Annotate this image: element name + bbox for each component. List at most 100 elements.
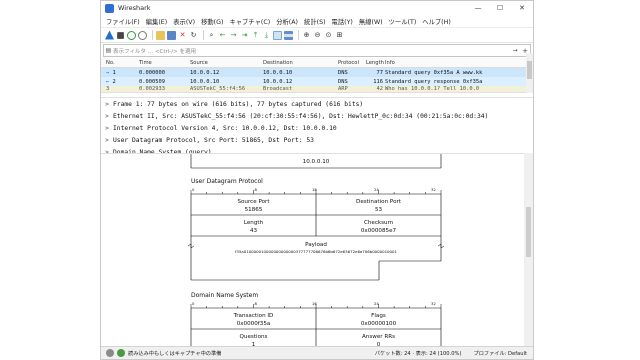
packet-length: 116 xyxy=(373,78,383,85)
packet-protocol: ARP xyxy=(338,86,348,92)
capture-file-properties-icon[interactable] xyxy=(117,349,125,357)
column-time[interactable]: Time xyxy=(139,60,190,66)
column-destination[interactable]: Destination xyxy=(263,60,338,66)
go-to-packet-icon[interactable]: ⇥ xyxy=(240,31,249,40)
close-button[interactable]: ✕ xyxy=(511,4,533,12)
apply-filter-icon[interactable]: → xyxy=(510,47,520,54)
display-filter-bar: ▤ 表示フィルタ … <Ctrl-/> を適用 → + xyxy=(103,44,531,57)
scrollbar-thumb[interactable] xyxy=(527,61,532,79)
ruler-tick-8: 8 xyxy=(255,301,258,306)
udp-checksum-field[interactable]: Checksum 0x000085e7 xyxy=(361,220,397,234)
packet-length: 42 xyxy=(376,86,384,92)
restart-capture-icon[interactable] xyxy=(127,30,136,40)
dns-transaction-id-field[interactable]: Transaction ID 0x0000f35a xyxy=(233,313,274,327)
packet-info: Standard query 0xf35a A www.kk xyxy=(385,69,483,76)
length-value: 43 xyxy=(250,228,258,234)
start-capture-icon[interactable] xyxy=(105,30,114,40)
detail-text: Ethernet II, Src: ASUSTekC_55:f4:56 (20:… xyxy=(113,113,489,121)
column-length[interactable]: Length xyxy=(366,60,385,66)
open-file-icon[interactable] xyxy=(156,30,165,40)
status-message: 読み込み中もしくはキャプチャ中の準備 xyxy=(128,350,222,357)
menu-wireless[interactable]: 無線(W) xyxy=(359,17,383,26)
packet-row[interactable]: 3 0.002933 ASUSTekC_55:f4:56 Broadcast A… xyxy=(101,86,533,92)
menu-statistics[interactable]: 統計(S) xyxy=(304,17,326,26)
packet-info: Who has 10.0.0.1? Tell 10.0.0 xyxy=(385,86,480,92)
expand-arrow-icon[interactable]: > xyxy=(101,113,113,120)
packet-no: 3 xyxy=(106,86,110,92)
expand-arrow-icon[interactable]: > xyxy=(101,101,113,108)
flags-label: Flags xyxy=(371,313,386,319)
column-source[interactable]: Source xyxy=(190,60,263,66)
dst-port-label: Destination Port xyxy=(356,199,402,205)
detail-row-ip[interactable]: > Internet Protocol Version 4, Src: 10.0.… xyxy=(101,123,533,135)
column-info[interactable]: Info xyxy=(385,60,533,66)
expand-arrow-icon[interactable]: > xyxy=(101,125,113,132)
save-file-icon[interactable] xyxy=(167,30,176,40)
packet-time: 0.000000 xyxy=(139,69,165,76)
colorize-icon[interactable] xyxy=(284,30,293,40)
reload-file-icon[interactable]: ↻ xyxy=(189,31,198,40)
autoscroll-icon[interactable] xyxy=(273,30,282,40)
menu-capture[interactable]: キャプチャ(C) xyxy=(229,17,270,26)
menu-file[interactable]: ファイル(F) xyxy=(106,17,140,26)
bit-ruler xyxy=(190,304,442,308)
menu-go[interactable]: 移動(G) xyxy=(201,17,223,26)
menu-view[interactable]: 表示(V) xyxy=(173,17,195,26)
diagram-scrollbar[interactable] xyxy=(524,153,533,349)
bookmark-icon[interactable]: ▤ xyxy=(104,47,113,54)
udp-section-title: User Datagram Protocol xyxy=(191,178,263,185)
ruler-tick-0: 0 xyxy=(192,187,195,192)
dns-flags-field[interactable]: Flags 0x00000100 xyxy=(361,313,397,327)
zoom-in-icon[interactable]: ⊕ xyxy=(302,31,311,40)
window-title: Wireshark xyxy=(118,4,151,12)
last-packet-icon[interactable]: ⤓ xyxy=(262,31,271,40)
packet-count: パケット数: 24 · 表示: 24 (100.0%) xyxy=(374,350,462,357)
menu-help[interactable]: ヘルプ(H) xyxy=(422,17,451,26)
dst-port-value: 53 xyxy=(375,207,383,213)
go-forward-icon[interactable]: → xyxy=(229,31,238,40)
detail-text: User Datagram Protocol, Src Port: 51865,… xyxy=(113,136,314,144)
resize-columns-icon[interactable]: ⊞ xyxy=(335,31,344,40)
scrollbar-thumb[interactable] xyxy=(526,207,531,257)
zoom-out-icon[interactable]: ⊖ xyxy=(313,31,322,40)
menu-telephony[interactable]: 電話(Y) xyxy=(332,17,353,26)
packet-source: 10.0.0.10 xyxy=(190,78,220,85)
packet-row[interactable]: ← 2 0.000509 10.0.0.10 10.0.0.12 DNS 116… xyxy=(101,77,533,86)
profile-selector[interactable]: プロファイル: Default xyxy=(474,350,527,357)
detail-row-udp[interactable]: > User Datagram Protocol, Src Port: 51865… xyxy=(101,134,533,146)
expand-arrow-icon[interactable]: > xyxy=(101,137,113,144)
column-protocol[interactable]: Protocol xyxy=(338,60,366,66)
close-file-icon[interactable]: ✕ xyxy=(178,31,187,40)
maximize-button[interactable]: ☐ xyxy=(489,4,511,12)
detail-row-ethernet[interactable]: > Ethernet II, Src: ASUSTekC_55:f4:56 (20… xyxy=(101,111,533,123)
packet-row[interactable]: → 1 0.000000 10.0.0.12 10.0.0.10 DNS 77 … xyxy=(101,68,533,77)
go-back-icon[interactable]: ← xyxy=(218,31,227,40)
udp-length-field[interactable]: Length 43 xyxy=(244,220,264,234)
menu-analyze[interactable]: 分析(A) xyxy=(276,17,298,26)
detail-row-frame[interactable]: > Frame 1: 77 bytes on wire (616 bits), 7… xyxy=(101,99,533,111)
menu-tools[interactable]: ツール(T) xyxy=(389,17,417,26)
udp-dst-port-field[interactable]: Destination Port 53 xyxy=(356,199,402,213)
packet-no: 1 xyxy=(112,69,116,76)
packet-protocol: DNS xyxy=(338,78,348,85)
capture-options-icon[interactable] xyxy=(138,30,147,40)
packet-time: 0.002933 xyxy=(139,86,165,92)
udp-payload-field[interactable]: Payload f35a0100000100000000000003777777… xyxy=(235,242,397,254)
packet-list-scrollbar[interactable] xyxy=(526,53,533,93)
column-no[interactable]: No. xyxy=(101,60,139,66)
udp-src-port-field[interactable]: Source Port 51865 xyxy=(237,199,270,213)
stop-capture-icon[interactable] xyxy=(117,31,124,39)
ruler-tick-32: 32 xyxy=(431,301,436,306)
display-filter-input[interactable]: 表示フィルタ … <Ctrl-/> を適用 xyxy=(113,47,510,55)
toolbar-separator xyxy=(152,30,153,40)
packet-destination: 10.0.0.12 xyxy=(263,78,293,85)
zoom-normal-icon[interactable]: ⊙ xyxy=(324,31,333,40)
toolbar-separator xyxy=(203,30,204,40)
expert-info-icon[interactable] xyxy=(106,349,114,357)
minimize-button[interactable]: — xyxy=(467,4,489,12)
first-packet-icon[interactable]: ⤒ xyxy=(251,31,260,40)
find-packet-icon[interactable]: ⌕ xyxy=(207,31,216,40)
ip-dst-value: 10.0.0.10 xyxy=(303,159,330,165)
menu-edit[interactable]: 編集(E) xyxy=(146,17,168,26)
detail-text: Internet Protocol Version 4, Src: 10.0.0… xyxy=(113,124,337,132)
